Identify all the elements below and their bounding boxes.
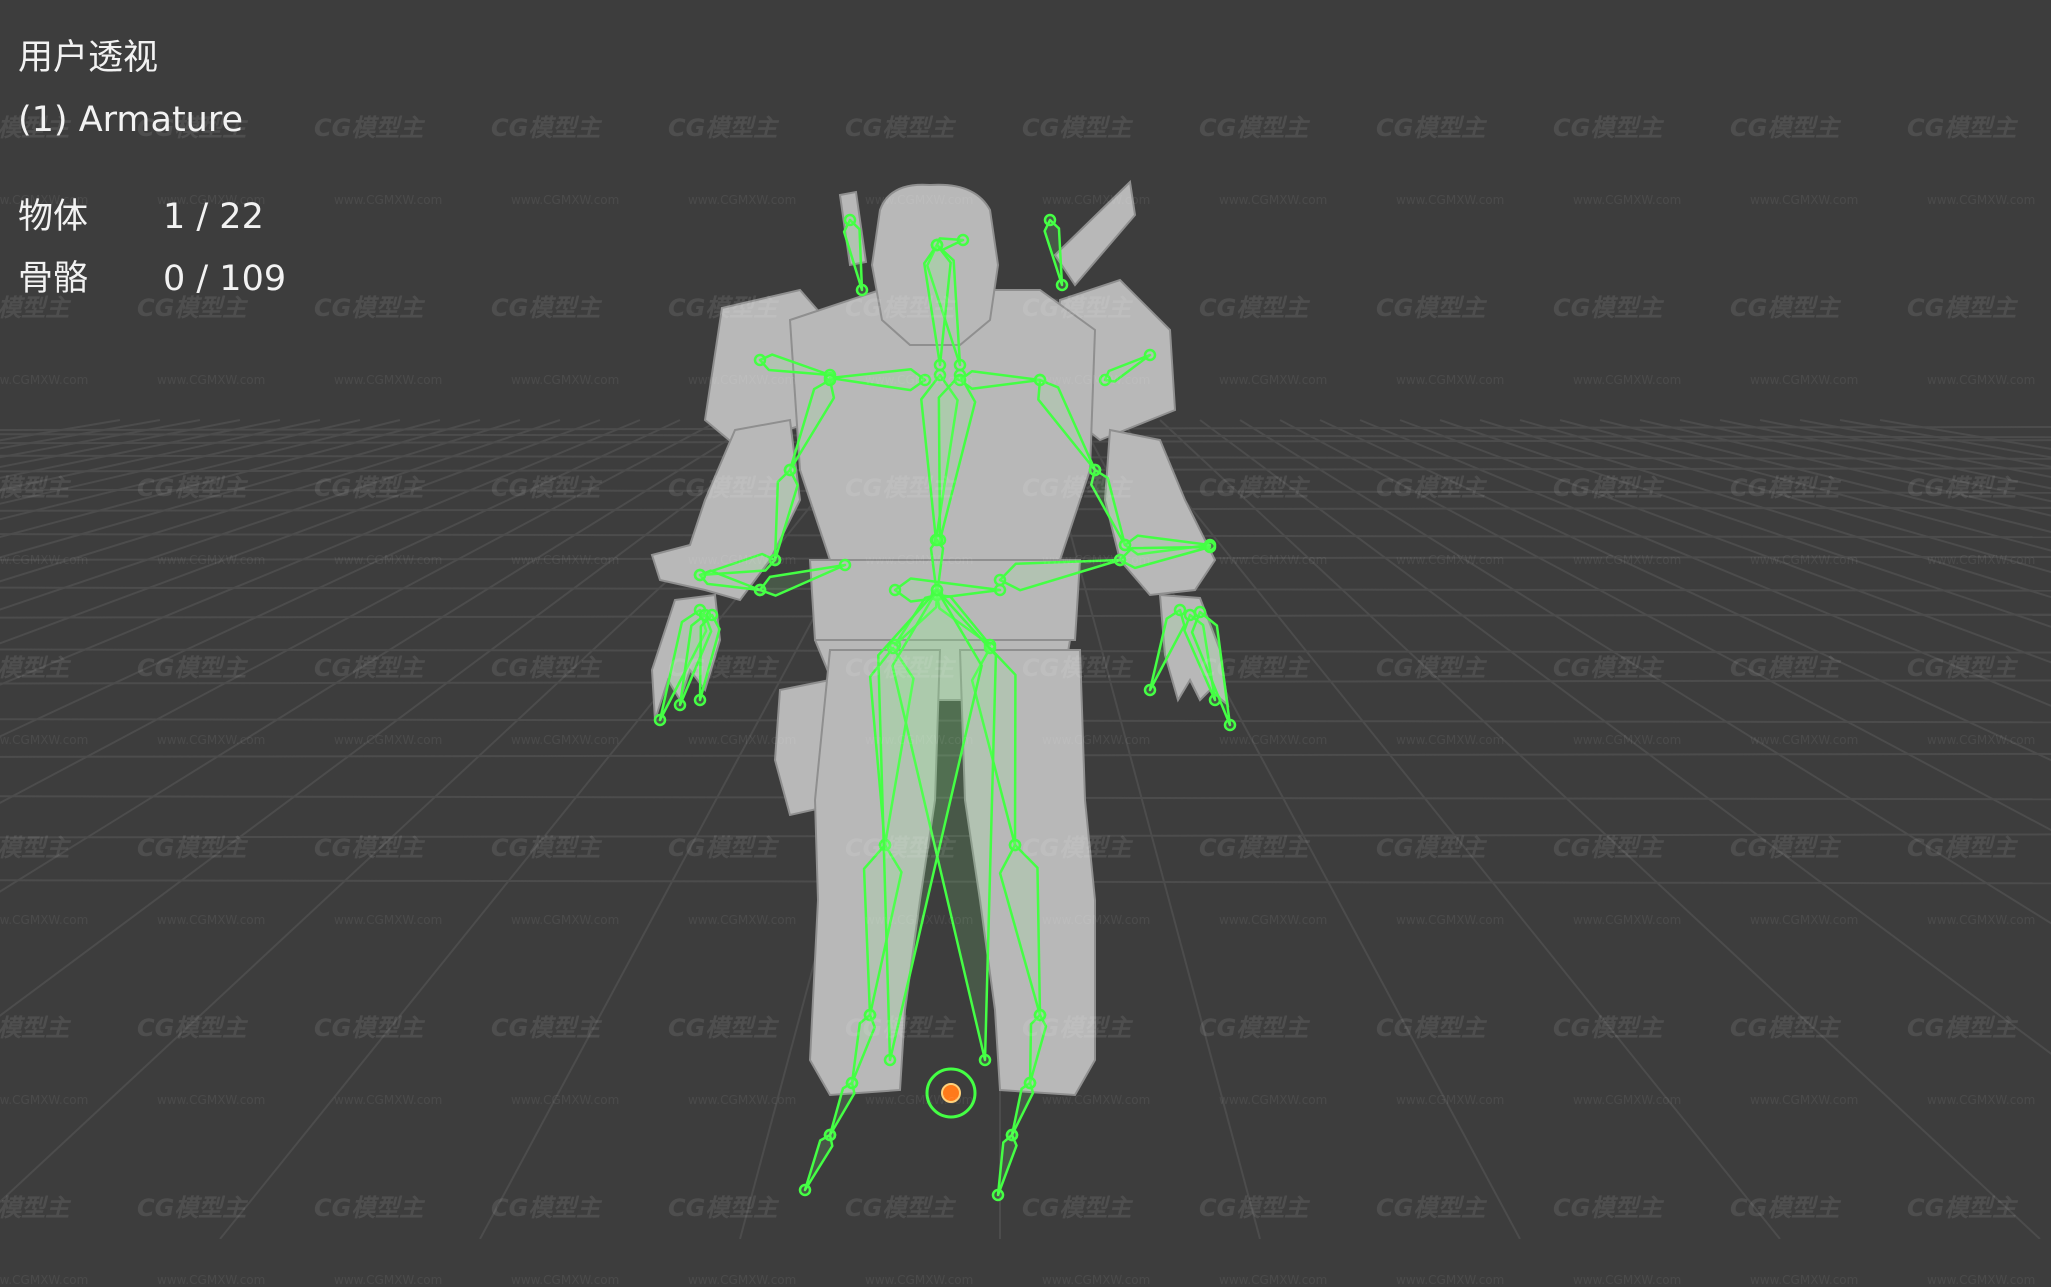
bone-joint[interactable] [883, 1053, 897, 1067]
bone-joint[interactable] [1088, 463, 1102, 477]
watermark-url: www.CGMXW.com [1750, 1273, 1859, 1287]
watermark-url: www.CGMXW.com [688, 1273, 797, 1287]
bone-joint[interactable] [930, 238, 944, 252]
bone-joint[interactable] [1173, 603, 1187, 617]
watermark-url: www.CGMXW.com [0, 1273, 89, 1287]
bone-joint[interactable] [753, 353, 767, 367]
bone-joint[interactable] [843, 213, 857, 227]
bone-joint[interactable] [1005, 1128, 1019, 1142]
bone-joint[interactable] [845, 1076, 859, 1090]
bone-joint[interactable] [933, 358, 947, 372]
bone-joint[interactable] [653, 713, 667, 727]
bone-joint[interactable] [1113, 553, 1127, 567]
bone-joint[interactable] [705, 608, 719, 622]
watermark-url: www.CGMXW.com [511, 1273, 620, 1287]
bone-joint[interactable] [1193, 605, 1207, 619]
watermark-url: www.CGMXW.com [157, 1273, 266, 1287]
bone-joint[interactable] [673, 698, 687, 712]
bone-joint[interactable] [930, 583, 944, 597]
bone-joint[interactable] [1033, 1008, 1047, 1022]
bone-joint[interactable] [930, 533, 944, 547]
bone-joint[interactable] [888, 583, 902, 597]
bone-joint[interactable] [1118, 538, 1132, 552]
bone-joint[interactable] [956, 233, 970, 247]
bone-joint[interactable] [991, 1188, 1005, 1202]
bone-joint[interactable] [1043, 213, 1057, 227]
bone-joint[interactable] [823, 1128, 837, 1142]
bone-joint[interactable] [1023, 1076, 1037, 1090]
bone-joint[interactable] [823, 373, 837, 387]
watermark-url: www.CGMXW.com [1927, 1273, 2036, 1287]
watermark-url: www.CGMXW.com [1219, 1273, 1328, 1287]
bone-joint[interactable] [768, 553, 782, 567]
watermark-url: www.CGMXW.com [1573, 1273, 1682, 1287]
bone-joint[interactable] [783, 463, 797, 477]
bone-joint[interactable] [1143, 348, 1157, 362]
bone-joint[interactable] [1008, 838, 1022, 852]
bone-joint[interactable] [1143, 683, 1157, 697]
bone-joint[interactable] [863, 1008, 877, 1022]
origin-dot-icon[interactable] [941, 1083, 961, 1103]
bone-joint[interactable] [753, 583, 767, 597]
bone-joint[interactable] [918, 373, 932, 387]
bone-joint[interactable] [993, 573, 1007, 587]
watermark-url: www.CGMXW.com [1042, 1273, 1151, 1287]
bone-joint[interactable] [798, 1183, 812, 1197]
bone-joint[interactable] [855, 283, 869, 297]
watermark-url: www.CGMXW.com [865, 1273, 974, 1287]
bone-joint[interactable] [1203, 540, 1217, 554]
bone-joint[interactable] [993, 583, 1007, 597]
bone-joint[interactable] [1033, 373, 1047, 387]
bone-joint[interactable] [838, 558, 852, 572]
bone-joint[interactable] [953, 373, 967, 387]
bone-joint[interactable] [978, 1053, 992, 1067]
bone-joint[interactable] [1098, 373, 1112, 387]
bone-joint[interactable] [693, 693, 707, 707]
watermark-url: www.CGMXW.com [334, 1273, 443, 1287]
bone-joint[interactable] [1055, 278, 1069, 292]
bone-joint[interactable] [1183, 608, 1197, 622]
bone-joint[interactable] [1223, 718, 1237, 732]
watermark-url: www.CGMXW.com [1396, 1273, 1505, 1287]
bone-joint[interactable] [933, 368, 947, 382]
bone-joint[interactable] [953, 358, 967, 372]
3d-viewport[interactable] [0, 0, 2051, 1239]
bone-joint[interactable] [693, 568, 707, 582]
